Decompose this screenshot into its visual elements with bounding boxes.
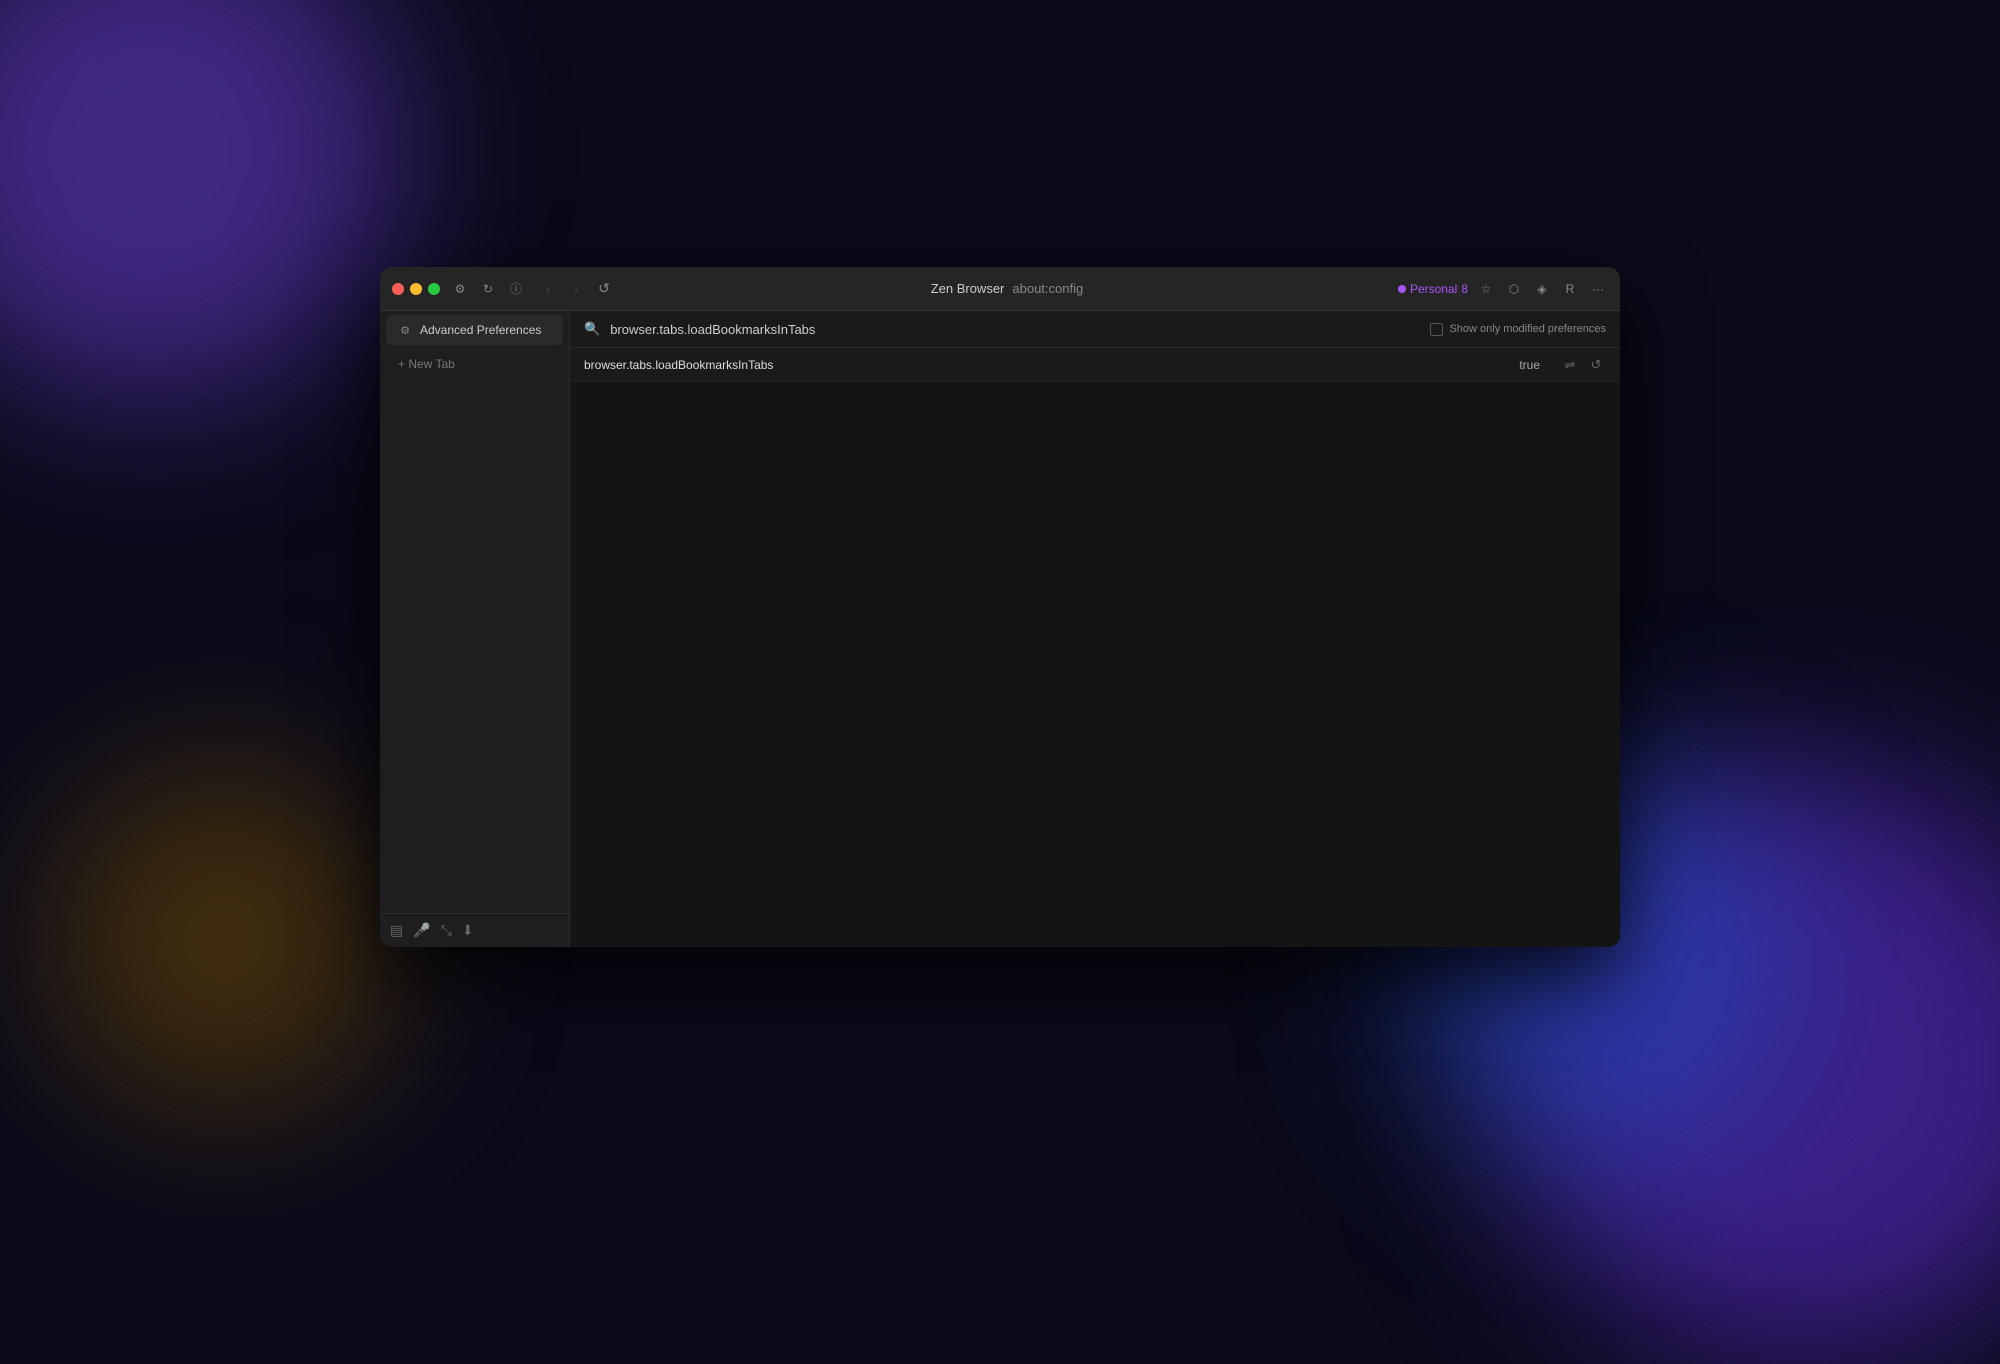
shield-icon[interactable]: ◈	[1532, 279, 1552, 299]
sidebar-bottom: ▤ 🎤 ⤡ ⬇	[380, 913, 569, 947]
app-name: Zen Browser	[931, 281, 1005, 296]
search-bar-container: 🔍 Show only modified preferences	[570, 311, 1620, 348]
title-bar-right: Personal 8 ☆ ⬡ ◈ R ···	[1398, 279, 1608, 299]
sidebar-item-advanced-preferences[interactable]: ⚙ Advanced Preferences	[386, 315, 563, 345]
advanced-prefs-icon: ⚙	[398, 324, 412, 337]
search-icon: 🔍	[584, 321, 600, 337]
back-button[interactable]: ‹	[536, 277, 560, 301]
bg-blob-gold-bl	[50, 764, 400, 1114]
search-input[interactable]	[610, 322, 1420, 337]
extensions-icon[interactable]: ⬡	[1504, 279, 1524, 299]
pref-table: browser.tabs.loadBookmarksInTabs true ⇌ …	[570, 348, 1620, 648]
browser-window: ⚙ ↻ ⓘ ‹ › ↺ Zen Browser about:config Per…	[380, 267, 1620, 947]
profile-dot	[1398, 285, 1406, 293]
bookmark-icon[interactable]: ☆	[1476, 279, 1496, 299]
new-tab-label: + New Tab	[398, 357, 455, 371]
empty-area	[570, 648, 1620, 948]
expand-icon[interactable]: ⤡	[441, 922, 452, 939]
profile-number: 8	[1461, 282, 1468, 296]
reset-button[interactable]: ↺	[1586, 355, 1606, 375]
profile-label: Personal	[1410, 282, 1457, 296]
mic-icon[interactable]: 🎤	[413, 922, 430, 939]
settings-icon[interactable]: ⚙	[450, 279, 470, 299]
toggle-button[interactable]: ⇌	[1560, 355, 1580, 375]
reload-button[interactable]: ↺	[592, 277, 616, 301]
title-bar-icons: ⚙ ↻ ⓘ	[450, 279, 526, 299]
table-row[interactable]: browser.tabs.loadBookmarksInTabs true ⇌ …	[570, 348, 1620, 382]
current-url: about:config	[1012, 281, 1083, 296]
address-bar: Zen Browser about:config	[628, 281, 1386, 296]
main-content: 🔍 Show only modified preferences browser…	[570, 311, 1620, 947]
sidebar: ⚙ Advanced Preferences + New Tab ▤ 🎤 ⤡ ⬇	[380, 311, 570, 947]
maximize-button[interactable]	[428, 283, 440, 295]
profile-badge[interactable]: Personal 8	[1398, 282, 1468, 296]
info-icon[interactable]: ⓘ	[506, 279, 526, 299]
browser-content: ⚙ Advanced Preferences + New Tab ▤ 🎤 ⤡ ⬇…	[380, 311, 1620, 947]
raindrop-icon[interactable]: R	[1560, 279, 1580, 299]
sidebar-item-label: Advanced Preferences	[420, 323, 541, 337]
refresh-icon[interactable]: ↻	[478, 279, 498, 299]
pref-value: true	[1519, 358, 1540, 372]
close-button[interactable]	[392, 283, 404, 295]
bg-blob-purple-tl	[0, 0, 400, 400]
download-icon[interactable]: ⬇	[462, 922, 474, 939]
sidebar-toggle-icon[interactable]: ▤	[390, 922, 403, 939]
forward-button[interactable]: ›	[564, 277, 588, 301]
show-modified-text: Show only modified preferences	[1449, 323, 1606, 335]
minimize-button[interactable]	[410, 283, 422, 295]
traffic-lights	[392, 283, 440, 295]
pref-name: browser.tabs.loadBookmarksInTabs	[584, 358, 1519, 372]
pref-actions: ⇌ ↺	[1560, 355, 1606, 375]
new-tab-button[interactable]: + New Tab	[386, 351, 563, 377]
show-modified-label[interactable]: Show only modified preferences	[1430, 323, 1606, 336]
title-bar: ⚙ ↻ ⓘ ‹ › ↺ Zen Browser about:config Per…	[380, 267, 1620, 311]
show-modified-checkbox[interactable]	[1430, 323, 1443, 336]
nav-controls: ‹ › ↺	[536, 277, 616, 301]
more-menu-button[interactable]: ···	[1588, 279, 1608, 299]
